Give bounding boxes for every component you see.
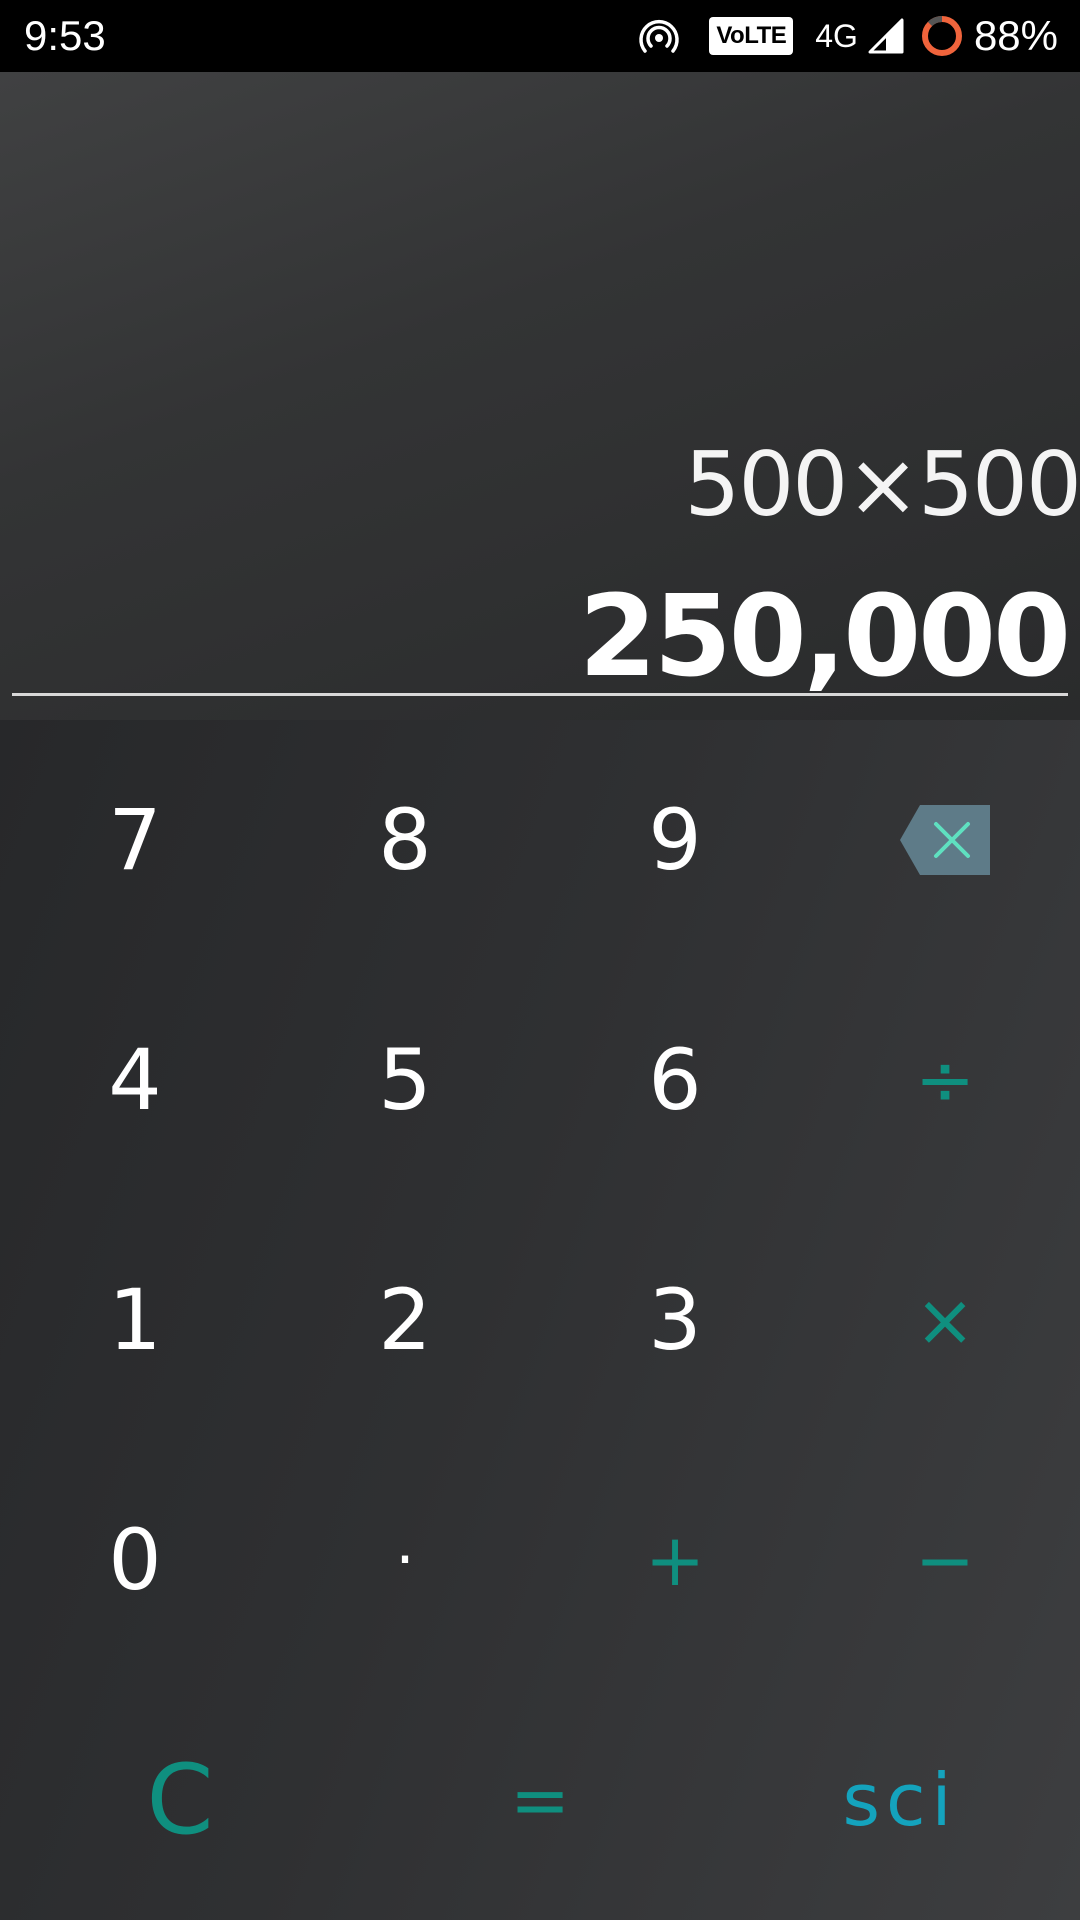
backspace-button[interactable] [810,720,1080,960]
result-text: 250,000 [578,572,1071,702]
key-6[interactable]: 6 [540,960,810,1200]
backspace-icon [900,805,990,875]
battery-percent: 88% [973,12,1058,59]
signal-icon [868,18,904,54]
status-time: 9:53 [24,12,106,59]
sci-button[interactable]: sci [720,1680,1080,1920]
minus-button[interactable]: − [810,1440,1080,1680]
plus-button[interactable]: + [540,1440,810,1680]
calculator-display: 500×500 250,000 [0,72,1080,720]
key-8[interactable]: 8 [270,720,540,960]
key-0[interactable]: 0 [0,1440,270,1680]
key-3[interactable]: 3 [540,1200,810,1440]
divide-button[interactable]: ÷ [810,960,1080,1200]
display-divider [12,693,1068,696]
key-5[interactable]: 5 [270,960,540,1200]
expression-text: 500×500 [684,433,1080,536]
status-bar: 9:53 VoLTE 4G 88% [0,0,1080,72]
decimal-button[interactable]: · [270,1440,540,1680]
clear-button[interactable]: C [0,1680,360,1920]
multiply-button[interactable]: × [810,1200,1080,1440]
hotspot-icon [639,20,679,53]
key-4[interactable]: 4 [0,960,270,1200]
calculator-screen: 9:53 VoLTE 4G 88% 500×500 250,000 7 8 9 … [0,0,1080,1920]
network-type: 4G [815,17,858,54]
keypad: 7 8 9 4 5 6 ÷ 1 2 3 × 0 · + − C = sci [0,720,1080,1920]
volte-badge: VoLTE [709,17,794,55]
equals-button[interactable]: = [360,1680,720,1920]
key-1[interactable]: 1 [0,1200,270,1440]
key-7[interactable]: 7 [0,720,270,960]
battery-ring-icon [921,16,962,56]
key-9[interactable]: 9 [540,720,810,960]
status-icons: VoLTE 4G 88% [637,0,1058,72]
key-2[interactable]: 2 [270,1200,540,1440]
